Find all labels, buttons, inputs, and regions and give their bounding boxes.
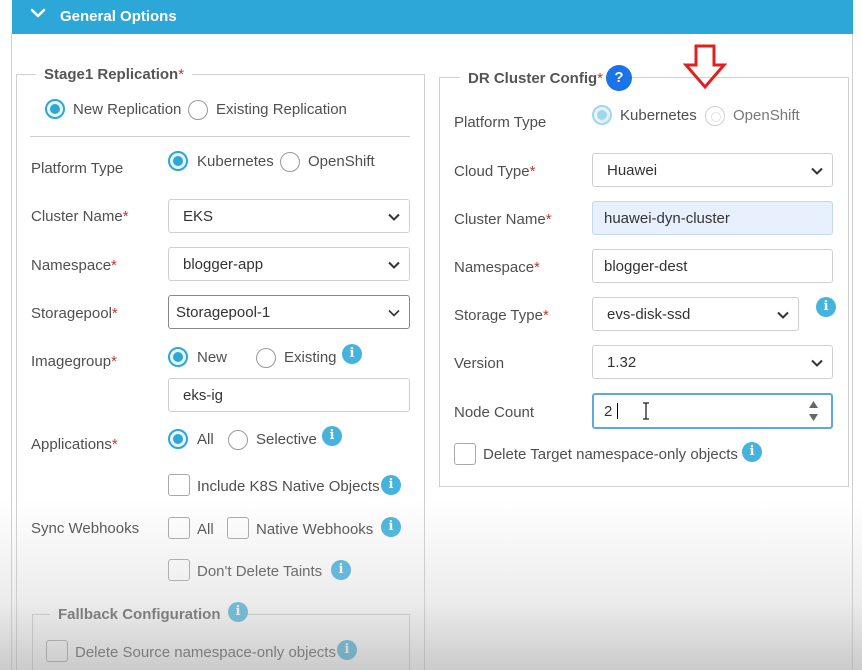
applications-selective-radio[interactable] bbox=[228, 430, 248, 450]
chevron-down-icon[interactable] bbox=[30, 5, 46, 21]
kubernetes-label[interactable]: Kubernetes bbox=[197, 153, 274, 170]
applications-all-label[interactable]: All bbox=[197, 431, 214, 448]
node-count-input[interactable]: 2 bbox=[592, 393, 833, 429]
native-webhooks-checkbox[interactable] bbox=[227, 517, 249, 539]
new-replication-radio[interactable] bbox=[45, 99, 65, 119]
cloud-type-value: Huawei bbox=[607, 162, 658, 179]
text-cursor bbox=[616, 403, 618, 419]
storage-type-value: evs-disk-ssd bbox=[607, 306, 691, 323]
down-arrow-icon bbox=[683, 44, 727, 90]
namespace-label: Namespace* bbox=[31, 257, 117, 274]
fallback-legend: Fallback Configuration bbox=[50, 606, 229, 623]
storage-type-label: Storage Type* bbox=[454, 307, 549, 324]
new-replication-label[interactable]: New Replication bbox=[73, 101, 181, 118]
section-title: General Options bbox=[60, 8, 177, 25]
info-icon[interactable]: i bbox=[816, 297, 836, 317]
dr-kubernetes-radio[interactable] bbox=[592, 105, 612, 125]
imagegroup-label: Imagegroup* bbox=[31, 353, 117, 370]
dr-legend: DR Cluster Config* bbox=[460, 70, 612, 87]
dr-platform-type-label: Platform Type bbox=[454, 114, 547, 131]
applications-selective-label[interactable]: Selective bbox=[256, 431, 317, 448]
namespace-select[interactable]: blogger-app bbox=[168, 247, 410, 281]
chevron-down-icon bbox=[810, 164, 824, 182]
info-icon[interactable]: i bbox=[381, 475, 401, 495]
imagegroup-new-label[interactable]: New bbox=[197, 349, 227, 366]
storagepool-label: Storagepool* bbox=[31, 305, 118, 322]
include-native-checkbox[interactable] bbox=[168, 474, 190, 496]
cluster-name-label: Cluster Name* bbox=[31, 208, 129, 225]
divider bbox=[30, 136, 410, 137]
dr-cluster-name-input[interactable]: huawei-dyn-cluster bbox=[592, 201, 833, 235]
include-native-label[interactable]: Include K8S Native Objects bbox=[197, 478, 380, 495]
chevron-down-icon bbox=[387, 306, 401, 324]
existing-replication-radio[interactable] bbox=[188, 100, 208, 120]
sync-webhooks-all-checkbox[interactable] bbox=[168, 517, 190, 539]
chevron-down-icon bbox=[387, 210, 401, 228]
version-label: Version bbox=[454, 355, 505, 372]
dont-delete-taints-label[interactable]: Don't Delete Taints bbox=[197, 563, 322, 580]
stepper-icon[interactable] bbox=[808, 400, 819, 426]
dr-openshift-label[interactable]: OpenShift bbox=[733, 107, 800, 124]
delete-source-label[interactable]: Delete Source namespace-only objects bbox=[75, 644, 336, 661]
cluster-name-value: EKS bbox=[183, 208, 214, 225]
chevron-down-icon bbox=[776, 308, 790, 326]
applications-label: Applications* bbox=[31, 436, 118, 453]
imagegroup-existing-radio[interactable] bbox=[256, 348, 276, 368]
version-value: 1.32 bbox=[607, 354, 637, 371]
info-icon[interactable]: i bbox=[322, 426, 342, 446]
version-select[interactable]: 1.32 bbox=[592, 345, 833, 379]
stage1-legend: Stage1 Replication* bbox=[36, 66, 193, 83]
imagegroup-existing-label[interactable]: Existing bbox=[284, 349, 337, 366]
chevron-down-icon bbox=[810, 356, 824, 374]
info-icon[interactable]: i bbox=[337, 640, 357, 660]
kubernetes-radio[interactable] bbox=[168, 151, 188, 171]
namespace-value: blogger-app bbox=[183, 256, 264, 273]
dr-kubernetes-label[interactable]: Kubernetes bbox=[620, 107, 697, 124]
existing-replication-label[interactable]: Existing Replication bbox=[216, 101, 347, 118]
info-icon[interactable]: i bbox=[342, 344, 362, 364]
imagegroup-input[interactable]: eks-ig bbox=[168, 378, 410, 412]
openshift-radio[interactable] bbox=[280, 152, 300, 172]
storage-type-select[interactable]: evs-disk-ssd bbox=[592, 297, 799, 331]
chevron-down-icon bbox=[387, 258, 401, 276]
node-count-value: 2 bbox=[604, 403, 613, 420]
cloud-type-label: Cloud Type* bbox=[454, 163, 536, 180]
delete-target-label[interactable]: Delete Target namespace-only objects bbox=[483, 446, 738, 463]
ibeam-cursor-icon bbox=[642, 402, 650, 424]
info-icon[interactable]: i bbox=[742, 442, 762, 462]
sync-webhooks-all-label[interactable]: All bbox=[197, 521, 214, 538]
openshift-label[interactable]: OpenShift bbox=[308, 153, 375, 170]
storagepool-select[interactable]: Storagepool-1 bbox=[168, 295, 410, 329]
dr-openshift-radio[interactable] bbox=[705, 106, 725, 126]
cluster-name-select[interactable]: EKS bbox=[168, 199, 410, 233]
cloud-type-select[interactable]: Huawei bbox=[592, 153, 833, 187]
info-icon[interactable]: i bbox=[228, 602, 248, 622]
native-webhooks-label[interactable]: Native Webhooks bbox=[256, 521, 373, 538]
dr-namespace-input[interactable]: blogger-dest bbox=[592, 249, 833, 283]
info-icon[interactable]: i bbox=[331, 560, 351, 580]
dr-namespace-label: Namespace* bbox=[454, 259, 540, 276]
general-options-header[interactable]: General Options bbox=[12, 0, 853, 34]
delete-source-checkbox[interactable] bbox=[46, 640, 68, 662]
dr-cluster-name-label: Cluster Name* bbox=[454, 211, 552, 228]
node-count-label: Node Count bbox=[454, 404, 535, 421]
imagegroup-new-radio[interactable] bbox=[168, 347, 188, 367]
help-icon[interactable]: ? bbox=[606, 65, 632, 91]
info-icon[interactable]: i bbox=[381, 517, 401, 537]
platform-type-label: Platform Type bbox=[31, 160, 124, 177]
applications-all-radio[interactable] bbox=[168, 429, 188, 449]
dont-delete-taints-checkbox[interactable] bbox=[168, 559, 190, 581]
sync-webhooks-label: Sync Webhooks bbox=[31, 520, 140, 537]
storagepool-value: Storagepool-1 bbox=[176, 304, 271, 321]
delete-target-checkbox[interactable] bbox=[454, 443, 476, 465]
